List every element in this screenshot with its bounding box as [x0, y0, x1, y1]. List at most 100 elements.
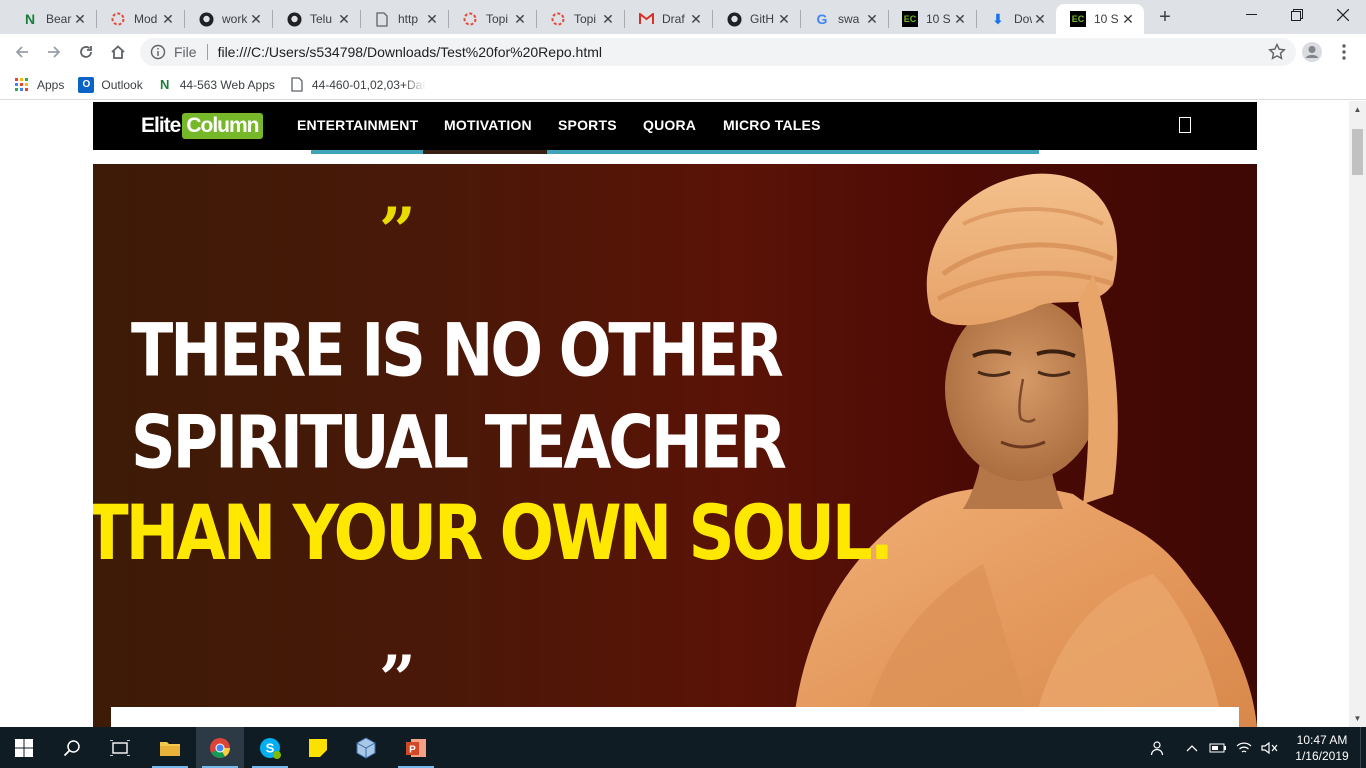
- circle-red-icon: [550, 11, 566, 27]
- apps-grid-icon: [14, 77, 30, 93]
- tab-title: http: [398, 12, 419, 26]
- site-navbar: Elite Column ENTERTAINMENT MOTIVATION SP…: [93, 102, 1257, 150]
- clock-date: 1/16/2019: [1295, 748, 1349, 763]
- virtualbox-icon[interactable]: [342, 727, 390, 768]
- search-icon[interactable]: [48, 727, 96, 768]
- logo-text-column: Column: [182, 113, 263, 139]
- url-text[interactable]: file:///C:/Users/s534798/Downloads/Test%…: [218, 44, 602, 60]
- close-icon[interactable]: ✕: [72, 11, 88, 27]
- bookmark-label: 44-563 Web Apps: [179, 77, 275, 92]
- n-green-icon: N: [160, 77, 170, 92]
- sticky-notes-icon[interactable]: [294, 727, 342, 768]
- wifi-icon[interactable]: [1232, 736, 1256, 760]
- profile-avatar[interactable]: [1300, 40, 1324, 64]
- back-button[interactable]: [10, 40, 34, 64]
- outlook-icon: O: [78, 76, 95, 93]
- tab-title: swa: [838, 12, 860, 26]
- close-icon[interactable]: ✕: [424, 11, 440, 27]
- close-icon[interactable]: ✕: [336, 11, 352, 27]
- tab[interactable]: Topi ✕: [536, 4, 624, 34]
- close-icon[interactable]: ✕: [160, 11, 176, 27]
- github-icon: [198, 11, 214, 27]
- tab[interactable]: work ✕: [184, 4, 272, 34]
- tab-title: Mod: [134, 12, 158, 26]
- people-icon[interactable]: [1146, 736, 1170, 760]
- bookmark-course[interactable]: 44-460-01,02,03+Dat: [289, 77, 426, 93]
- minimize-button[interactable]: [1228, 0, 1274, 30]
- nav-motivation[interactable]: MOTIVATION: [444, 117, 532, 133]
- tab[interactable]: Draf ✕: [624, 4, 712, 34]
- tab[interactable]: GitH ✕: [712, 4, 800, 34]
- nav-quora[interactable]: QUORA: [643, 117, 696, 133]
- reload-button[interactable]: [74, 40, 98, 64]
- tab[interactable]: Telu ✕: [272, 4, 360, 34]
- close-window-button[interactable]: [1320, 0, 1366, 30]
- ec-icon: EC: [902, 11, 918, 27]
- tab-title: Draf: [662, 12, 685, 26]
- tab[interactable]: N Bear ✕: [8, 4, 96, 34]
- tab[interactable]: EC 10 S ✕: [888, 4, 976, 34]
- close-icon[interactable]: ✕: [512, 11, 528, 27]
- tab[interactable]: Mod ✕: [96, 4, 184, 34]
- svg-text:P: P: [409, 744, 416, 755]
- skype-icon[interactable]: S: [246, 727, 294, 768]
- start-button[interactable]: [0, 727, 48, 768]
- menu-kebab-icon[interactable]: [1332, 40, 1356, 64]
- close-icon[interactable]: ✕: [1032, 11, 1048, 27]
- tab[interactable]: G swa ✕: [800, 4, 888, 34]
- quote-open-mark: ”: [379, 194, 416, 269]
- close-icon[interactable]: ✕: [1120, 11, 1136, 27]
- hero-image: ” THERE IS NO OTHER SPIRITUAL TEACHER TH…: [93, 164, 1257, 727]
- bookmark-web-apps[interactable]: N 44-563 Web Apps: [157, 77, 275, 93]
- show-desktop-button[interactable]: [1360, 727, 1366, 768]
- site-logo[interactable]: Elite Column: [141, 108, 263, 144]
- address-bar[interactable]: File file:///C:/Users/s534798/Downloads/…: [140, 38, 1296, 66]
- forward-button[interactable]: [42, 40, 66, 64]
- page-scrollbar[interactable]: ▲ ▼: [1349, 101, 1366, 727]
- taskbar-clock[interactable]: 10:47 AM 1/16/2019: [1284, 732, 1360, 764]
- page-icon: [289, 77, 305, 93]
- info-icon[interactable]: [150, 44, 166, 60]
- powerpoint-icon[interactable]: P: [392, 727, 440, 768]
- close-icon[interactable]: ✕: [776, 11, 792, 27]
- nav-micro-tales[interactable]: MICRO TALES: [723, 117, 821, 133]
- system-tray: 10:47 AM 1/16/2019: [1146, 727, 1366, 768]
- close-icon[interactable]: ✕: [688, 11, 704, 27]
- close-icon[interactable]: ✕: [864, 11, 880, 27]
- nav-sports[interactable]: SPORTS: [558, 117, 617, 133]
- bookmark-outlook[interactable]: O Outlook: [78, 76, 143, 93]
- volume-muted-icon[interactable]: [1258, 736, 1282, 760]
- chrome-icon[interactable]: [196, 727, 244, 768]
- scroll-down-arrow-icon[interactable]: ▼: [1349, 710, 1366, 727]
- new-tab-button[interactable]: +: [1154, 6, 1176, 28]
- svg-text:S: S: [266, 740, 275, 755]
- bookmarks-bar: Apps O Outlook N 44-563 Web Apps 44-460-…: [0, 70, 1366, 100]
- tab[interactable]: ⬇ Dow ✕: [976, 4, 1056, 34]
- close-icon[interactable]: ✕: [248, 11, 264, 27]
- tab-title: Dow: [1014, 12, 1032, 26]
- chevron-up-icon[interactable]: [1180, 736, 1204, 760]
- nav-entertainment[interactable]: ENTERTAINMENT: [297, 117, 418, 133]
- tab-title: Bear: [46, 12, 72, 26]
- tab[interactable]: Topi ✕: [448, 4, 536, 34]
- close-icon[interactable]: ✕: [600, 11, 616, 27]
- scroll-thumb[interactable]: [1352, 129, 1363, 175]
- bookmark-star-icon[interactable]: [1268, 42, 1286, 66]
- tab-title: Telu: [310, 12, 333, 26]
- bookmark-apps[interactable]: Apps: [14, 77, 64, 93]
- tab[interactable]: http ✕: [360, 4, 448, 34]
- home-button[interactable]: [106, 40, 130, 64]
- file-explorer-icon[interactable]: [146, 727, 194, 768]
- scroll-up-arrow-icon[interactable]: ▲: [1349, 101, 1366, 118]
- task-view-icon[interactable]: [96, 727, 144, 768]
- bookmark-label: 44-460-01,02,03+Dat: [311, 77, 426, 92]
- gmail-icon: [638, 11, 654, 27]
- ec-icon: EC: [1070, 11, 1086, 27]
- circle-red-icon: [462, 11, 478, 27]
- battery-icon[interactable]: [1206, 736, 1230, 760]
- search-icon[interactable]: [1179, 117, 1191, 133]
- close-icon[interactable]: ✕: [952, 11, 968, 27]
- restore-button[interactable]: [1274, 0, 1320, 30]
- page-icon: [374, 11, 390, 27]
- tab-active[interactable]: EC 10 S ✕: [1056, 4, 1144, 34]
